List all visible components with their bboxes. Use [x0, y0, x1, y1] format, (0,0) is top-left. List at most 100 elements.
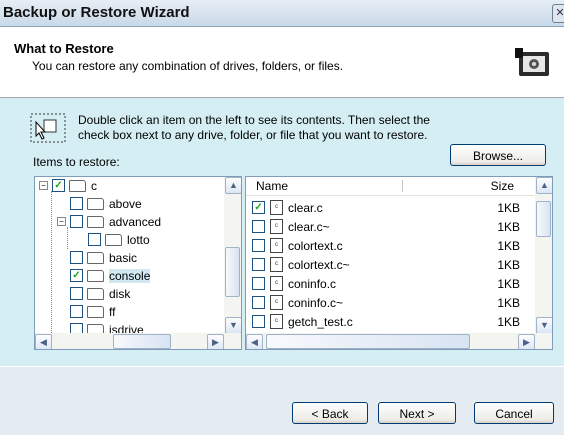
file-checkbox[interactable]	[252, 239, 265, 253]
file-checkbox[interactable]: ✓	[252, 201, 265, 215]
backup-media-icon	[511, 40, 557, 86]
file-size: 1KB	[497, 315, 520, 329]
back-button[interactable]: < Back	[292, 402, 368, 424]
close-icon[interactable]: ✕	[552, 4, 564, 23]
file-name: colortext.c~	[288, 258, 350, 272]
file-name: coninfo.c~	[288, 296, 344, 310]
column-header-name[interactable]: Name	[256, 179, 288, 193]
column-separator[interactable]	[402, 180, 403, 192]
tree-item-label: above	[109, 197, 142, 211]
collapse-icon[interactable]: −	[39, 181, 48, 191]
folder-tree[interactable]: − ✓ c above − advanced lotto basic ✓ console disk f…	[34, 176, 242, 350]
tree-horizontal-scrollbar[interactable]: ◀ ▶	[35, 333, 241, 349]
folder-icon	[87, 215, 104, 228]
file-row[interactable]: c coninfo.c 1KB	[252, 275, 532, 293]
scroll-right-icon[interactable]: ▶	[207, 334, 224, 349]
tree-item-checkbox[interactable]	[70, 287, 83, 301]
file-checkbox[interactable]	[252, 296, 265, 310]
folder-icon	[87, 251, 104, 264]
browse-button[interactable]: Browse...	[450, 144, 546, 166]
tree-item[interactable]: lotto	[75, 231, 150, 249]
c-file-icon: c	[270, 200, 283, 216]
column-header-size[interactable]: Size	[491, 179, 514, 193]
tree-item-label: ff	[109, 305, 116, 319]
tree-vertical-scrollbar[interactable]: ▲ ▼	[224, 177, 241, 334]
scroll-right-icon[interactable]: ▶	[518, 334, 535, 349]
file-row[interactable]: c colortext.c~ 1KB	[252, 256, 532, 274]
file-name: colortext.c	[288, 239, 343, 253]
file-checkbox[interactable]	[252, 258, 265, 272]
file-size: 1KB	[497, 277, 520, 291]
tree-item-checkbox[interactable]	[70, 251, 83, 265]
tree-item[interactable]: ff	[57, 303, 115, 321]
tree-item[interactable]: − ✓ c	[39, 177, 97, 195]
c-file-icon: c	[270, 276, 283, 292]
page-title: What to Restore	[14, 41, 114, 56]
file-checkbox[interactable]	[252, 315, 265, 329]
tree-item-checkbox[interactable]	[70, 215, 83, 229]
file-row[interactable]: c colortext.c 1KB	[252, 237, 532, 255]
scroll-thumb[interactable]	[113, 334, 171, 349]
tree-item-checkbox[interactable]: ✓	[70, 269, 83, 283]
file-name: coninfo.c	[288, 277, 337, 291]
scroll-thumb[interactable]	[225, 247, 240, 297]
file-row[interactable]: c getch_test.c 1KB	[252, 313, 532, 331]
c-file-icon: c	[270, 314, 283, 330]
wizard-footer: < Back Next > Cancel	[0, 366, 564, 435]
scroll-up-icon[interactable]: ▲	[225, 177, 241, 194]
tree-item[interactable]: disk	[57, 285, 130, 303]
pointer-selection-icon	[30, 113, 66, 143]
file-name: clear.c~	[288, 220, 330, 234]
items-to-restore-label: Items to restore:	[33, 155, 120, 169]
c-file-icon: c	[270, 295, 283, 311]
tree-item-label: disk	[109, 287, 131, 301]
tree-item[interactable]: above	[57, 195, 142, 213]
scroll-left-icon[interactable]: ◀	[246, 334, 263, 349]
wizard-header: What to Restore You can restore any comb…	[0, 27, 564, 98]
folder-icon	[87, 197, 104, 210]
files-vertical-scrollbar[interactable]: ▲ ▼	[535, 177, 552, 334]
page-subtitle: You can restore any combination of drive…	[32, 59, 344, 73]
files-horizontal-scrollbar[interactable]: ◀ ▶	[246, 333, 552, 349]
c-file-icon: c	[270, 238, 283, 254]
file-row[interactable]: c coninfo.c~ 1KB	[252, 294, 532, 312]
scroll-left-icon[interactable]: ◀	[35, 334, 52, 349]
scroll-down-icon[interactable]: ▼	[225, 317, 241, 334]
file-size: 1KB	[497, 220, 520, 234]
cancel-button[interactable]: Cancel	[474, 402, 554, 424]
tree-item-checkbox[interactable]: ✓	[52, 179, 65, 193]
tree-line	[51, 191, 52, 335]
tree-item-checkbox[interactable]	[88, 233, 101, 247]
tree-item-label: advanced	[109, 215, 162, 229]
file-row[interactable]: ✓ c clear.c 1KB	[252, 199, 532, 217]
file-size: 1KB	[497, 258, 520, 272]
file-list[interactable]: Name Size ✓ c clear.c 1KB c clear.c~ 1KB c color…	[245, 176, 553, 350]
c-file-icon: c	[270, 257, 283, 273]
tree-item-checkbox[interactable]	[70, 197, 83, 211]
scroll-down-icon[interactable]: ▼	[536, 317, 552, 334]
wizard-content: Double click an item on the left to see …	[0, 98, 564, 366]
c-file-icon: c	[270, 219, 283, 235]
file-size: 1KB	[497, 201, 520, 215]
tree-item[interactable]: ✓ console	[57, 267, 151, 285]
file-checkbox[interactable]	[252, 277, 265, 291]
folder-icon	[105, 233, 122, 246]
tree-item-label: console	[109, 269, 151, 283]
collapse-icon[interactable]: −	[57, 217, 66, 227]
next-button[interactable]: Next >	[378, 402, 456, 424]
file-row[interactable]: c clear.c~ 1KB	[252, 218, 532, 236]
tree-item-label: basic	[109, 251, 138, 265]
tree-item[interactable]: − advanced	[57, 213, 161, 231]
file-size: 1KB	[497, 296, 520, 310]
file-list-header: Name Size	[246, 177, 534, 196]
tree-item[interactable]: basic	[57, 249, 137, 267]
file-name: clear.c	[288, 201, 323, 215]
tree-item-checkbox[interactable]	[70, 305, 83, 319]
file-name: getch_test.c	[288, 315, 353, 329]
scroll-thumb[interactable]	[536, 201, 551, 237]
window-title: Backup or Restore Wizard	[3, 4, 190, 21]
file-checkbox[interactable]	[252, 220, 265, 234]
scroll-up-icon[interactable]: ▲	[536, 177, 552, 194]
folder-icon	[87, 305, 104, 318]
scroll-thumb[interactable]	[266, 334, 470, 349]
